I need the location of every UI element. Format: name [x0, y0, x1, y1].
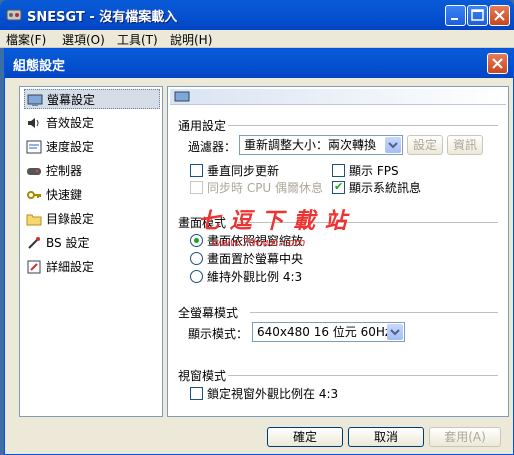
filter-select[interactable]: 重新調整大小：兩次轉換 [239, 135, 403, 155]
vsync-label: 垂直同步更新 [207, 164, 280, 178]
nav-item-label: BS 設定 [46, 236, 90, 250]
show-sysinfo-checkbox[interactable]: ✔ [332, 180, 345, 194]
panel-header [170, 89, 506, 105]
lock-ratio-label: 鎖定視窗外觀比例在 4:3 [207, 387, 339, 401]
divider [228, 375, 498, 376]
close-icon [492, 58, 503, 69]
nav-item-label: 快速鍵 [46, 188, 83, 202]
show-fps-label: 顯示 FPS [349, 164, 399, 178]
nav-item-label: 目錄設定 [46, 212, 95, 226]
app-icon [6, 9, 22, 21]
cancel-button[interactable]: 取消 [348, 427, 424, 447]
menu-options[interactable]: 選項(O) [62, 31, 105, 48]
app-window: SNESGT - 沒有檔案載入 檔案(F) 選項(O) 工具(T) 說明(H) … [0, 0, 514, 455]
dialog-title: 組態設定 [13, 59, 66, 74]
cpu-idle-checkbox[interactable] [190, 181, 203, 194]
keep-aspect-label: 維持外觀比例 4:3 [207, 270, 303, 284]
close-button[interactable] [489, 5, 510, 26]
watermark-url: www.7down.com [212, 236, 306, 249]
nav-item-hotkey[interactable]: 快速鍵 [24, 185, 160, 205]
cpu-idle-label: 同步時 CPU 偶爾休息 [207, 181, 324, 195]
nav-item-display[interactable]: 螢幕設定 [24, 89, 160, 109]
section-general: 通用設定 [178, 119, 227, 133]
display-settings-icon [27, 94, 43, 106]
nav-item-sound[interactable]: 音效設定 [24, 113, 160, 133]
nav-item-directory[interactable]: 目錄設定 [24, 209, 160, 229]
settings-category-list: 螢幕設定 音效設定 速度設定 控制器 快速鍵 目錄設定 BS 設定 詳細設定 [19, 86, 163, 417]
apply-button[interactable]: 套用(A) [429, 427, 501, 447]
nav-item-label: 詳細設定 [46, 260, 95, 274]
filter-settings-button[interactable]: 設定 [407, 135, 443, 155]
radio-dot [194, 238, 199, 243]
divider [228, 125, 498, 126]
show-fps-checkbox[interactable] [332, 164, 345, 177]
nav-item-advanced[interactable]: 詳細設定 [24, 257, 160, 277]
fit-window-radio[interactable] [190, 234, 203, 247]
menu-file[interactable]: 檔案(F) [6, 31, 46, 48]
show-sysinfo-label: 顯示系統訊息 [349, 181, 422, 195]
display-mode-label: 顯示模式： [188, 327, 249, 341]
display-settings-icon [174, 91, 190, 102]
speaker-icon [28, 118, 39, 128]
display-mode-select[interactable]: 640x480 16 位元 60Hz [252, 322, 405, 342]
window-title: SNESGT - 沒有檔案載入 [27, 10, 178, 25]
nav-item-label: 速度設定 [46, 140, 95, 154]
nav-item-controller[interactable]: 控制器 [24, 161, 160, 181]
filter-info-button[interactable]: 資訊 [447, 135, 483, 155]
center-screen-radio[interactable] [190, 252, 203, 265]
minimize-button[interactable] [445, 5, 466, 26]
folder-icon [26, 214, 42, 226]
menu-bar: 檔案(F) 選項(O) 工具(T) 說明(H) [0, 30, 514, 48]
section-window-mode: 視窗模式 [178, 369, 227, 383]
vsync-checkbox[interactable] [190, 164, 203, 177]
divider [250, 312, 498, 313]
close-icon [494, 10, 505, 21]
display-mode-value: 640x480 16 位元 60Hz [257, 325, 392, 339]
nav-item-label: 音效設定 [46, 116, 95, 130]
minimize-icon [451, 18, 458, 20]
maximize-icon [471, 9, 484, 21]
check-icon: ✔ [334, 180, 344, 193]
center-screen-label: 畫面置於螢幕中央 [207, 252, 304, 266]
detail-settings-icon [27, 260, 41, 274]
ok-button[interactable]: 確定 [267, 427, 343, 447]
section-fullscreen: 全螢幕模式 [178, 306, 239, 320]
lock-ratio-checkbox[interactable] [190, 387, 203, 400]
menu-tools[interactable]: 工具(T) [117, 31, 158, 48]
nav-item-label: 螢幕設定 [47, 93, 96, 107]
keep-aspect-radio[interactable] [190, 270, 203, 283]
filter-label: 過濾器： [188, 140, 237, 154]
settings-panel: 通用設定 過濾器： 重新調整大小：兩次轉換 設定 資訊 垂直同步更新 顯示 FP… [167, 86, 509, 417]
key-icon [27, 191, 41, 199]
speed-icon [26, 140, 42, 154]
dialog-close-button[interactable] [487, 53, 508, 74]
config-dialog: 組態設定 螢幕設定 音效設定 速度設定 控制器 快速鍵 目錄設定 BS 設定 詳… [4, 48, 514, 455]
title-bar[interactable]: SNESGT - 沒有檔案載入 [0, 0, 514, 30]
watermark-logo: 七 逗 下 載 站 [198, 209, 348, 234]
chevron-down-icon [385, 137, 401, 153]
nav-item-bs[interactable]: BS 設定 [24, 233, 160, 253]
menu-help[interactable]: 說明(H) [170, 31, 212, 48]
gamepad-icon [27, 168, 41, 175]
bs-icon [28, 237, 40, 249]
filter-value: 重新調整大小：兩次轉換 [244, 138, 377, 152]
maximize-button[interactable] [467, 5, 488, 26]
nav-item-speed[interactable]: 速度設定 [24, 137, 160, 157]
nav-item-label: 控制器 [46, 164, 83, 178]
dialog-title-bar[interactable]: 組態設定 [5, 49, 513, 78]
chevron-down-icon [387, 324, 403, 340]
